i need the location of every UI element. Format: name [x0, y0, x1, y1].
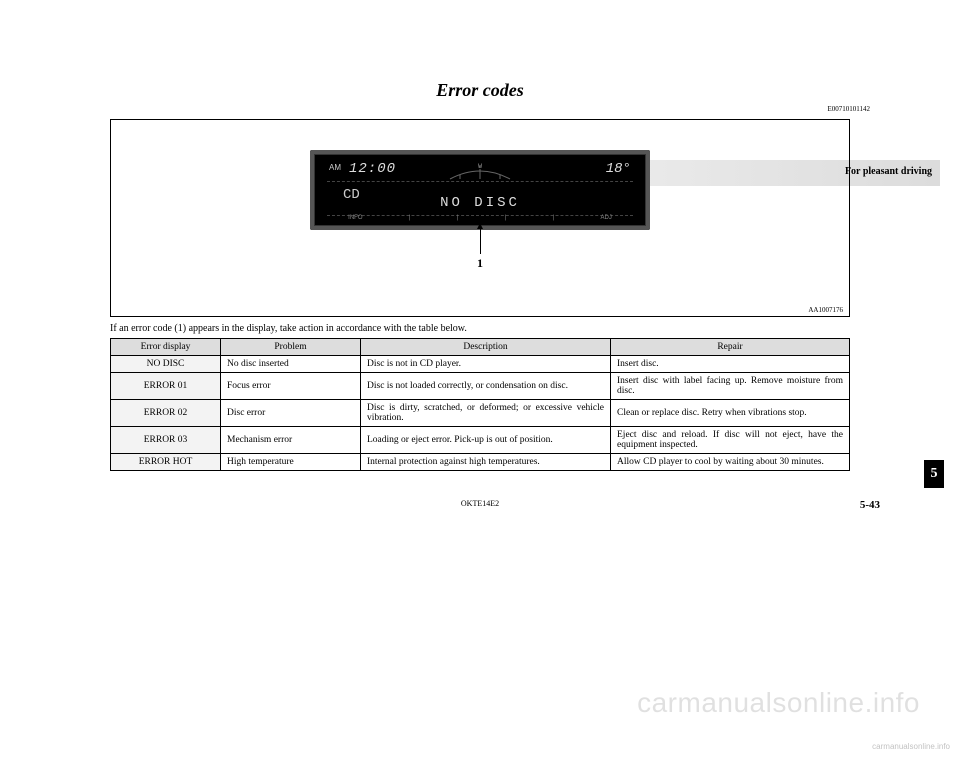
tick-icon: | [457, 215, 459, 221]
info-label: INFO [348, 215, 362, 221]
error-codes-table: Error display Problem Description Repair… [110, 338, 850, 471]
callout-arrow-icon [480, 224, 481, 254]
table-row: ERROR 02 Disc error Disc is dirty, scrat… [111, 400, 850, 427]
tick-icon: | [505, 215, 507, 221]
cell-repair: Eject disc and reload. If disc will not … [611, 427, 850, 454]
callout-number: 1 [477, 256, 483, 271]
cell-display: ERROR 02 [111, 400, 221, 427]
table-row: ERROR HOT High temperature Internal prot… [111, 454, 850, 471]
cell-repair: Insert disc. [611, 356, 850, 373]
svg-text:W: W [478, 163, 482, 170]
cell-display: ERROR HOT [111, 454, 221, 471]
cell-description: Disc is dirty, scratched, or deformed; o… [361, 400, 611, 427]
cell-description: Internal protection against high tempera… [361, 454, 611, 471]
cell-description: Disc is not in CD player. [361, 356, 611, 373]
table-row: ERROR 03 Mechanism error Loading or ejec… [111, 427, 850, 454]
cell-display: NO DISC [111, 356, 221, 373]
bottom-button-labels: INFO | | | | ADJ [315, 215, 645, 221]
figure-box: AM 12:00 W 18° CD NO DISC I [110, 119, 850, 317]
watermark-large: carmanualsonline.info [637, 687, 920, 719]
adj-label: ADJ [600, 215, 611, 221]
page-number: 5-43 [860, 499, 880, 511]
cell-problem: Focus error [221, 373, 361, 400]
page-title: Error codes [80, 80, 880, 101]
table-row: NO DISC No disc inserted Disc is not in … [111, 356, 850, 373]
footer-doc-id: OKTE14E2 [80, 499, 880, 508]
figure-code: AA1007176 [808, 306, 843, 314]
divider-line [327, 181, 633, 182]
cell-repair: Allow CD player to cool by waiting about… [611, 454, 850, 471]
intro-text: If an error code (1) appears in the disp… [110, 323, 880, 334]
temperature-readout: 18° [606, 161, 631, 177]
mode-indicator: CD [343, 187, 360, 203]
section-tab: 5 [924, 460, 944, 488]
col-header: Error display [111, 339, 221, 356]
compass-icon: W [440, 161, 520, 181]
page-footer: OKTE14E2 5-43 [80, 499, 880, 508]
tick-icon: | [553, 215, 555, 221]
table-row: ERROR 01 Focus error Disc is not loaded … [111, 373, 850, 400]
cell-problem: High temperature [221, 454, 361, 471]
col-header: Description [361, 339, 611, 356]
cell-display: ERROR 03 [111, 427, 221, 454]
cell-repair: Clean or replace disc. Retry when vibrat… [611, 400, 850, 427]
watermark-small: carmanualsonline.info [872, 742, 950, 751]
table-header-row: Error display Problem Description Repair [111, 339, 850, 356]
cell-display: ERROR 01 [111, 373, 221, 400]
document-code: E00710101142 [80, 105, 870, 113]
tick-icon: | [409, 215, 411, 221]
display-inner: AM 12:00 W 18° CD NO DISC I [314, 154, 646, 226]
cd-display-panel: AM 12:00 W 18° CD NO DISC I [310, 150, 650, 230]
cell-problem: Mechanism error [221, 427, 361, 454]
col-header: Problem [221, 339, 361, 356]
col-header: Repair [611, 339, 850, 356]
cell-problem: No disc inserted [221, 356, 361, 373]
cell-repair: Insert disc with label facing up. Remove… [611, 373, 850, 400]
cell-description: Loading or eject error. Pick-up is out o… [361, 427, 611, 454]
clock-readout: 12:00 [349, 161, 396, 177]
cell-description: Disc is not loaded correctly, or condens… [361, 373, 611, 400]
cell-problem: Disc error [221, 400, 361, 427]
error-message-text: NO DISC [440, 195, 520, 211]
page-content: Error codes E00710101142 AM 12:00 W 18° [80, 80, 880, 508]
ampm-indicator: AM [329, 163, 341, 172]
